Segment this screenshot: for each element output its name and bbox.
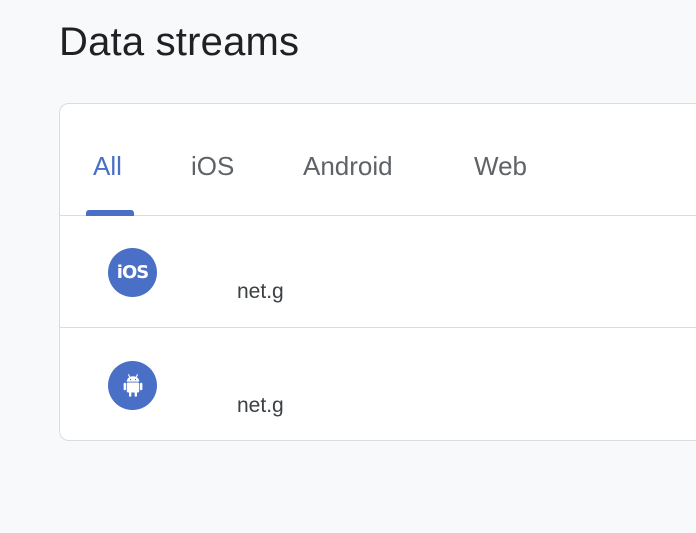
ios-icon: iOS bbox=[108, 248, 157, 297]
tab-ios[interactable]: iOS bbox=[191, 152, 234, 192]
page-title: Data streams bbox=[59, 20, 300, 64]
stream-id: net.g bbox=[237, 394, 284, 417]
data-streams-card: All iOS Android Web iOS net.g net.g bbox=[59, 103, 696, 441]
ios-glyph: iOS bbox=[116, 261, 149, 283]
stream-row-android[interactable]: net.g bbox=[60, 328, 696, 440]
tab-all[interactable]: All bbox=[93, 152, 122, 192]
platform-tabs: All iOS Android Web bbox=[60, 104, 696, 216]
android-icon bbox=[108, 361, 157, 410]
stream-row-ios[interactable]: iOS net.g bbox=[60, 216, 696, 328]
tab-android[interactable]: Android bbox=[303, 152, 393, 192]
tab-web[interactable]: Web bbox=[474, 152, 527, 192]
stream-id: net.g bbox=[237, 280, 284, 303]
android-robot-icon bbox=[123, 373, 142, 397]
